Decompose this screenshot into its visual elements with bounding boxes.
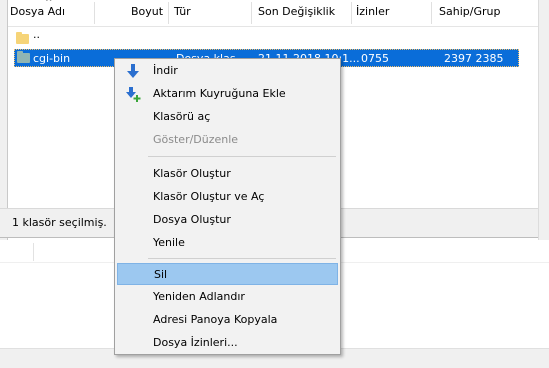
menu-item-create-file[interactable]: Dosya Oluştur <box>117 209 338 231</box>
left-pane-edge <box>0 0 8 240</box>
menu-item-refresh[interactable]: Yenile <box>117 232 338 254</box>
menu-item-rename[interactable]: Yeniden Adlandır <box>117 286 338 308</box>
menu-item-label: Klasör Oluştur ve Aç <box>153 190 265 203</box>
status-text: 1 klasör seçilmiş. <box>12 216 107 229</box>
folder-icon <box>17 51 30 63</box>
column-divider[interactable] <box>251 2 252 24</box>
menu-item-label: Klasörü aç <box>153 110 211 123</box>
column-divider[interactable] <box>431 2 432 24</box>
column-divider[interactable] <box>168 2 169 24</box>
column-divider[interactable] <box>33 243 34 261</box>
add-to-queue-icon <box>126 87 141 102</box>
menu-item-download[interactable]: İndir <box>117 60 338 82</box>
menu-item-create-folder[interactable]: Klasör Oluştur <box>117 163 338 185</box>
menu-item-label: Göster/Düzenle <box>153 133 239 146</box>
menu-item-label: Yeniden Adlandır <box>153 290 245 303</box>
column-divider[interactable] <box>94 2 95 24</box>
menu-item-label: Dosya İzinleri... <box>153 336 238 349</box>
menu-item-delete[interactable]: Sil <box>117 263 338 285</box>
file-name: cgi-bin <box>33 52 71 65</box>
menu-item-copy-address[interactable]: Adresi Panoya Kopyala <box>117 309 338 331</box>
menu-separator <box>148 258 336 259</box>
menu-item-label: Dosya Oluştur <box>153 213 231 226</box>
column-divider[interactable] <box>351 2 352 24</box>
menu-item-view-edit: Göster/Düzenle <box>117 129 338 151</box>
file-name: .. <box>33 28 40 41</box>
menu-item-label: Klasör Oluştur <box>153 167 231 180</box>
file-permissions: 0755 <box>361 52 389 65</box>
menu-item-label: İndir <box>153 64 178 77</box>
menu-separator <box>148 156 336 157</box>
menu-item-create-folder-open[interactable]: Klasör Oluştur ve Aç <box>117 186 338 208</box>
column-header-permissions[interactable]: İzinler <box>356 0 389 26</box>
menu-item-label: Sil <box>154 268 168 281</box>
download-arrow-icon <box>127 64 139 78</box>
menu-item-file-permissions[interactable]: Dosya İzinleri... <box>117 332 338 354</box>
vertical-scrollbar[interactable] <box>538 0 549 240</box>
table-row[interactable]: .. <box>14 28 519 48</box>
column-header-name[interactable]: Dosya Adı <box>10 0 65 26</box>
menu-item-label: Yenile <box>153 236 185 249</box>
menu-item-add-to-queue[interactable]: Aktarım Kuyruğuna Ekle <box>117 83 338 105</box>
menu-item-label: Adresi Panoya Kopyala <box>153 313 278 326</box>
column-header-owner[interactable]: Sahip/Grup <box>439 0 500 26</box>
context-menu: İndir Aktarım Kuyruğuna Ekle Klasörü aç … <box>114 58 341 355</box>
column-header-type[interactable]: Tür <box>174 0 191 26</box>
folder-icon <box>16 32 29 44</box>
column-header-size[interactable]: Boyut <box>131 0 163 26</box>
menu-item-open-folder[interactable]: Klasörü aç <box>117 106 338 128</box>
file-owner: 2397 2385 <box>444 52 504 65</box>
file-list-header: ^ Dosya Adı Boyut Tür Son Değişiklik İzi… <box>8 0 538 27</box>
menu-item-label: Aktarım Kuyruğuna Ekle <box>153 87 286 100</box>
column-header-modified[interactable]: Son Değişiklik <box>258 0 335 26</box>
